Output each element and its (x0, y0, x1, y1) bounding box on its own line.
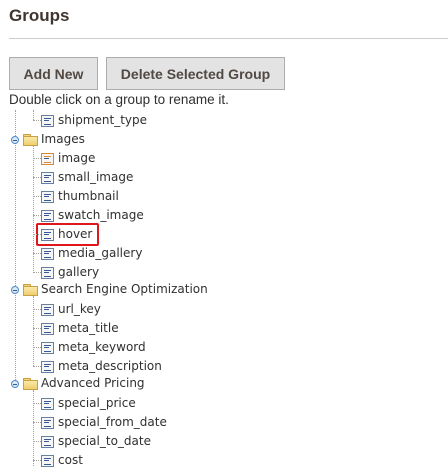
attribute-icon (41, 360, 54, 373)
tree-connector (33, 366, 41, 367)
attribute-icon (41, 266, 54, 279)
tree-connector (33, 347, 41, 348)
tree-item-label: small_image (58, 170, 134, 184)
attribute-icon (41, 435, 54, 448)
tree-connector (33, 460, 41, 461)
tree-item-label: cost (58, 453, 83, 467)
attribute-icon (41, 454, 54, 467)
tree-group-label: Advanced Pricing (41, 376, 145, 390)
folder-icon (23, 377, 38, 390)
attribute-icon (41, 397, 54, 410)
tree-item-special-price[interactable]: special_price (41, 394, 136, 413)
attribute-icon (41, 247, 54, 260)
add-new-button[interactable]: Add New (9, 57, 98, 90)
collapse-toggle-icon[interactable] (11, 136, 19, 144)
tree-connector (33, 120, 41, 121)
attribute-icon (41, 322, 54, 335)
tree-item-hover[interactable]: hover (41, 225, 92, 244)
tree-group-label: Search Engine Optimization (41, 282, 208, 296)
tree-item-label: thumbnail (58, 189, 119, 203)
tree-item-cost[interactable]: cost (41, 451, 83, 470)
tree-connector (33, 441, 41, 442)
tree-item-label: url_key (58, 302, 101, 316)
rename-hint: Double click on a group to rename it. (9, 92, 229, 107)
tree-item-media-gallery[interactable]: media_gallery (41, 244, 142, 263)
tree-connector (33, 296, 34, 366)
attribute-icon (41, 152, 54, 165)
tree-item-label: special_price (58, 396, 136, 410)
tree-connector (33, 422, 41, 423)
tree-item-label: meta_title (58, 321, 119, 335)
collapse-toggle-icon[interactable] (11, 380, 19, 388)
tree-connector (33, 309, 41, 310)
folder-icon (23, 133, 38, 146)
tree-connector (33, 196, 41, 197)
tree-connector (33, 177, 41, 178)
delete-selected-group-button[interactable]: Delete Selected Group (106, 57, 285, 90)
tree-item-url-key[interactable]: url_key (41, 300, 101, 319)
tree-item-label: hover (58, 227, 93, 241)
attribute-icon (41, 171, 54, 184)
attribute-icon (41, 341, 54, 354)
tree-connector (33, 234, 41, 235)
tree-item-small-image[interactable]: small_image (41, 168, 133, 187)
tree-item-label: special_from_date (58, 415, 167, 429)
tree-group-advanced-pricing[interactable]: Advanced Pricing (23, 374, 145, 393)
tree-connector (33, 328, 41, 329)
folder-icon (23, 283, 38, 296)
attribute-icon (41, 303, 54, 316)
tree-connector (33, 390, 34, 466)
tree-item-thumbnail[interactable]: thumbnail (41, 187, 119, 206)
tree-root-connector (15, 110, 16, 384)
tree-item-label: media_gallery (58, 246, 143, 260)
tree-item-label: special_to_date (58, 434, 151, 448)
attribute-icon (41, 228, 54, 241)
attribute-icon (41, 190, 54, 203)
tree-item-label: shipment_type (58, 113, 147, 127)
tree-item-meta-title[interactable]: meta_title (41, 319, 119, 338)
tree-item-shipment-type[interactable]: shipment_type (41, 111, 147, 130)
attribute-icon (41, 209, 54, 222)
collapse-toggle-icon[interactable] (11, 286, 19, 294)
tree-item-special-from-date[interactable]: special_from_date (41, 413, 167, 432)
title-divider (9, 38, 448, 39)
tree-connector (33, 253, 41, 254)
tree-connector (33, 158, 41, 159)
tree-connector (33, 403, 41, 404)
tree-connector (33, 215, 41, 216)
tree-item-image[interactable]: image (41, 149, 95, 168)
page-title: Groups (9, 6, 70, 25)
tree-connector (33, 272, 41, 273)
tree-item-label: meta_keyword (58, 340, 146, 354)
attribute-icon (41, 416, 54, 429)
tree-item-meta-keyword[interactable]: meta_keyword (41, 338, 146, 357)
tree-item-label: image (58, 151, 96, 165)
tree-group-seo[interactable]: Search Engine Optimization (23, 280, 208, 299)
attribute-icon (41, 114, 54, 127)
tree-connector (33, 110, 34, 120)
tree-group-label: Images (41, 132, 85, 146)
tree-item-special-to-date[interactable]: special_to_date (41, 432, 151, 451)
